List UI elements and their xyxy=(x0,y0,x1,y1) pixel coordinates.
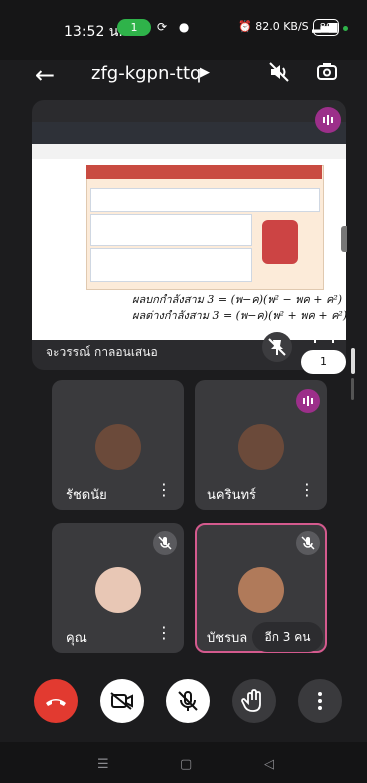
more-vert-icon[interactable]: ⋮ xyxy=(156,623,172,642)
ongoing-call-pill[interactable]: 1 xyxy=(117,19,151,36)
alarm-icon: ⏰ xyxy=(238,20,252,33)
hang-up-icon xyxy=(46,699,66,706)
back-arrow-icon[interactable]: ← xyxy=(35,61,55,89)
shared-toolbar xyxy=(32,144,346,159)
handwriting-line-2: ผลต่างกำลังสาม 3 = (พ−ค)(พ² + พค + ค²) xyxy=(132,309,348,322)
more-participants-pill[interactable]: อีก 3 คน xyxy=(252,622,323,652)
speaking-indicator-icon xyxy=(315,107,341,133)
avatar xyxy=(238,567,284,613)
participant-name: นครินทร์ xyxy=(207,488,257,503)
battery-indicator: 89 xyxy=(313,19,339,36)
slide-row xyxy=(90,214,252,246)
slide-row xyxy=(90,248,252,282)
more-options-button[interactable] xyxy=(298,679,342,723)
end-call-button[interactable] xyxy=(34,679,78,723)
audio-output-off-icon[interactable] xyxy=(267,60,291,84)
shared-browser-bar xyxy=(32,122,346,144)
network-speed: 82.0 KB/S xyxy=(255,20,309,33)
avatar xyxy=(95,424,141,470)
slide-illustration xyxy=(262,220,298,264)
side-handle[interactable] xyxy=(341,226,347,252)
meeting-code[interactable]: zfg-kgpn-ttq xyxy=(91,63,201,84)
more-vert-icon xyxy=(318,692,322,710)
more-vert-icon[interactable]: ⋮ xyxy=(156,480,172,499)
mic-off-icon xyxy=(153,531,177,555)
presenter-label: จะวรรณ์ กาลอนเสนอ xyxy=(46,345,158,359)
switch-camera-icon[interactable] xyxy=(315,60,339,84)
camera-toggle-button[interactable] xyxy=(100,679,144,723)
raise-hand-button[interactable] xyxy=(232,679,276,723)
pin-off-icon xyxy=(268,338,286,356)
participant-name: รัชดนัย xyxy=(66,488,107,503)
participant-name: คุณ xyxy=(66,631,87,646)
shared-slide-header xyxy=(86,165,322,179)
participant-name: บัชรบล xyxy=(207,631,248,646)
slide-row xyxy=(90,188,320,212)
speaking-indicator-icon xyxy=(296,389,320,413)
page-indicator: 1 xyxy=(301,350,346,374)
unpin-button[interactable] xyxy=(262,332,292,362)
scrollbar-track[interactable] xyxy=(351,378,354,400)
camera-off-icon xyxy=(110,692,133,710)
avatar xyxy=(238,424,284,470)
call-count: 1 xyxy=(130,21,138,34)
scrollbar-thumb[interactable] xyxy=(351,348,355,374)
status-notification-icons: ⟳ ● xyxy=(157,20,194,34)
status-time: 13:52 น. xyxy=(64,24,123,40)
hand-icon xyxy=(241,689,261,712)
chevron-right-icon[interactable]: ▶ xyxy=(200,65,210,80)
mic-toggle-button[interactable] xyxy=(166,679,210,723)
more-vert-icon[interactable]: ⋮ xyxy=(299,480,315,499)
back-icon[interactable]: ◁ xyxy=(264,757,274,772)
mic-off-icon xyxy=(296,531,320,555)
home-icon[interactable]: ▢ xyxy=(180,757,192,772)
recent-apps-icon[interactable]: ☰ xyxy=(97,757,109,772)
mic-off-icon xyxy=(178,691,198,711)
avatar xyxy=(95,567,141,613)
privacy-dot xyxy=(343,26,348,31)
